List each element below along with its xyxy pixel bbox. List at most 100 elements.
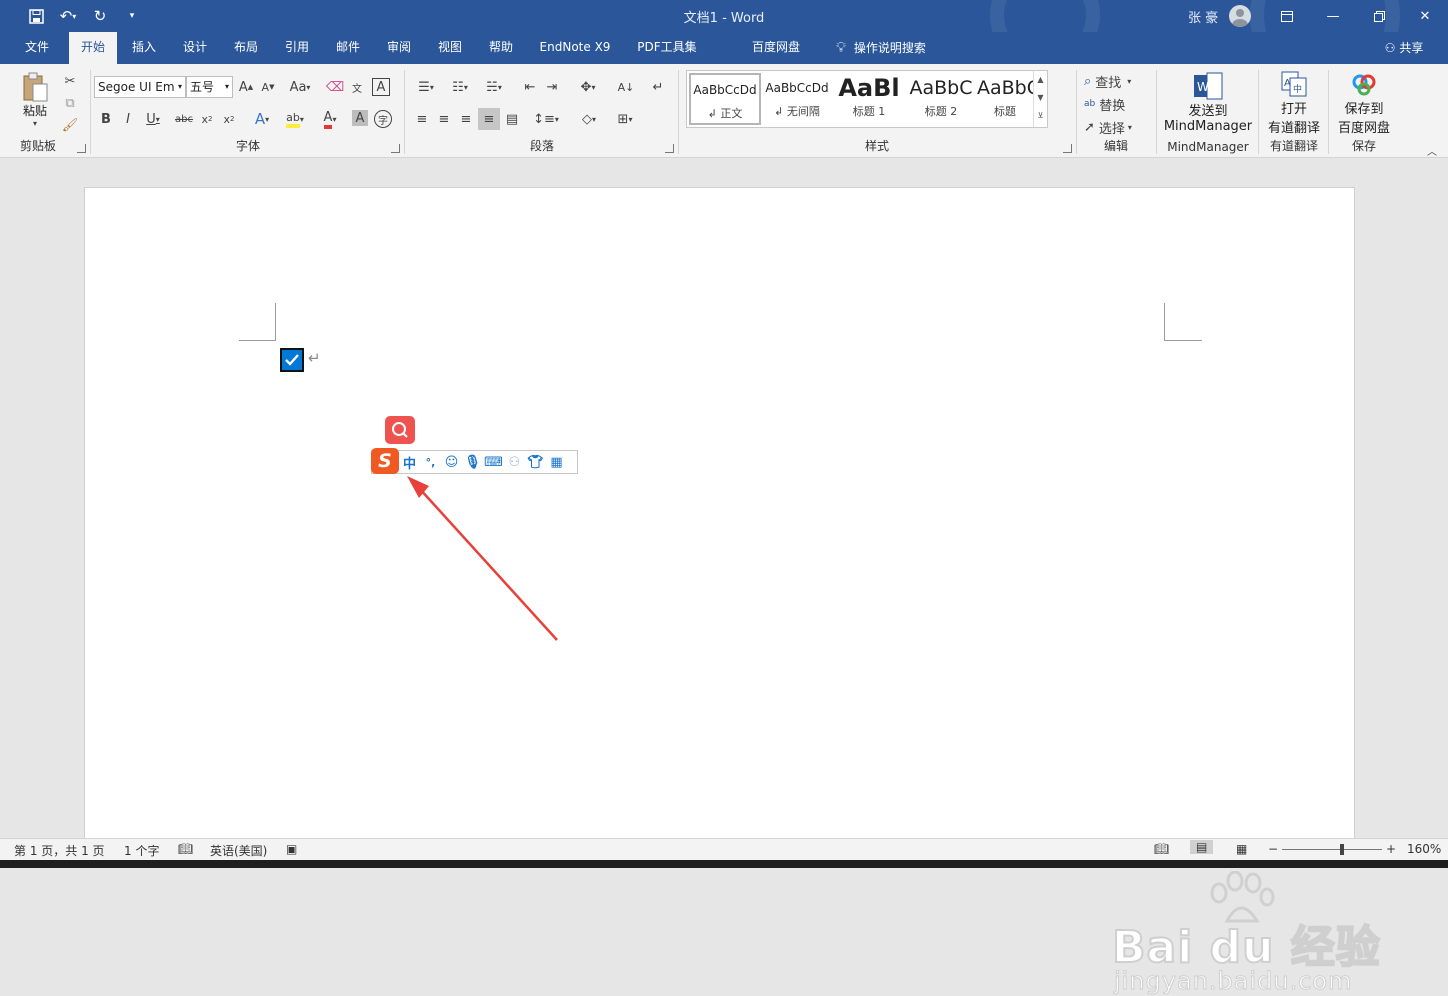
tab-file[interactable]: 文件: [12, 32, 62, 64]
gallery-down-icon[interactable]: ▼: [1034, 89, 1047, 107]
gallery-more-icon[interactable]: ⊻: [1034, 107, 1047, 125]
tab-endnote[interactable]: EndNote X9: [532, 32, 618, 64]
italic-icon[interactable]: I: [120, 110, 136, 128]
tab-view[interactable]: 视图: [428, 32, 472, 64]
language-status[interactable]: 英语(美国): [210, 842, 267, 859]
styles-launcher-icon[interactable]: [1063, 144, 1072, 153]
read-mode-icon[interactable]: 📖︎: [1154, 842, 1169, 856]
align-center-icon[interactable]: ≡: [434, 110, 454, 128]
strikethrough-icon[interactable]: abc: [174, 110, 194, 128]
tab-home[interactable]: 开始: [69, 32, 117, 64]
group-paragraph: ☰ ▾ ☷ ▾ ☵ ▾ ⇤ ⇥ ✥ ▾ A↓ ↵ ≡ ≡ ≡ ≡ ▤ ↕≡ ▾ ◇ ▾ ⊞ ▾…: [408, 68, 676, 156]
paste-button[interactable]: 粘贴 ▾: [14, 70, 56, 130]
group-font: Segoe UI Em ▾ 五号 ▾ A ▲ A ▼ Aa ▾ ⌫ 文 A B I U ▾ …: [94, 68, 402, 156]
tab-insert[interactable]: 插入: [122, 32, 166, 64]
save-to-baidu-button[interactable]: 保存到 百度网盘: [1332, 70, 1396, 136]
subscript-icon[interactable]: x2: [198, 110, 216, 128]
cut-icon[interactable]: ✂: [60, 72, 80, 90]
enclose-characters-icon[interactable]: 字: [374, 110, 392, 128]
checked-checkbox[interactable]: [280, 348, 304, 372]
zoom-slider[interactable]: [1282, 844, 1382, 855]
tell-me-search[interactable]: 💡︎ 操作说明搜索: [826, 32, 936, 64]
shrink-font-icon[interactable]: A ▼: [259, 78, 277, 96]
select-button[interactable]: ➚ 选择 ▾: [1084, 118, 1148, 137]
multilevel-list-icon[interactable]: ☵ ▾: [480, 78, 508, 96]
align-left-icon[interactable]: ≡: [412, 110, 432, 128]
style-heading-1[interactable]: AaBl 标题 1: [833, 73, 905, 125]
style-normal[interactable]: AaBbCcDd ↲ 正文: [689, 73, 761, 125]
print-layout-icon[interactable]: ▤: [1190, 840, 1214, 854]
font-launcher-icon[interactable]: [391, 144, 400, 153]
chinese-layout-icon[interactable]: ✥ ▾: [574, 78, 602, 96]
gallery-up-icon[interactable]: ▲: [1034, 71, 1047, 89]
decrease-indent-icon[interactable]: ⇤: [520, 78, 540, 96]
group-editing: ⌕ 查找 ▾ ab 替换 ➚ 选择 ▾ 编辑: [1080, 68, 1152, 156]
format-painter-icon[interactable]: 🖌︎: [60, 116, 80, 134]
zoom-slider-thumb[interactable]: [1339, 844, 1344, 855]
tab-references[interactable]: 引用: [275, 32, 319, 64]
tab-review[interactable]: 审阅: [377, 32, 421, 64]
tab-mailings[interactable]: 邮件: [326, 32, 370, 64]
show-marks-icon[interactable]: ↵: [648, 78, 668, 96]
zoom-out-icon[interactable]: −: [1268, 842, 1278, 856]
justify-icon[interactable]: ≡: [478, 108, 500, 130]
proofing-icon[interactable]: 📖︎: [178, 842, 193, 856]
tab-help[interactable]: 帮助: [479, 32, 523, 64]
find-button[interactable]: ⌕ 查找 ▾: [1084, 72, 1148, 91]
restore-icon[interactable]: [1356, 0, 1402, 32]
style-title[interactable]: AaBbC 标题: [977, 73, 1033, 125]
ime-search-button[interactable]: [385, 416, 415, 444]
style-name: ↲ 正文: [707, 107, 743, 120]
distributed-icon[interactable]: ▤: [502, 110, 522, 128]
align-right-icon[interactable]: ≡: [456, 110, 476, 128]
numbering-icon[interactable]: ☷ ▾: [446, 78, 474, 96]
borders-icon[interactable]: ⊞ ▾: [610, 110, 640, 128]
line-spacing-icon[interactable]: ↕≡ ▾: [532, 110, 560, 128]
tab-design[interactable]: 设计: [173, 32, 217, 64]
superscript-icon[interactable]: x2: [220, 110, 238, 128]
underline-icon[interactable]: U ▾: [142, 110, 164, 128]
word-count[interactable]: 1 个字: [124, 842, 159, 859]
share-button[interactable]: ⚇ 共享: [1376, 32, 1432, 64]
phonetic-guide-icon[interactable]: 文: [348, 78, 366, 96]
style-heading-2[interactable]: AaBbC 标题 2: [905, 73, 977, 125]
user-name[interactable]: 张 豪: [1188, 7, 1218, 26]
tab-layout[interactable]: 布局: [224, 32, 268, 64]
zoom-in-icon[interactable]: +: [1386, 842, 1396, 856]
sort-icon[interactable]: A↓: [616, 78, 636, 96]
avatar[interactable]: [1229, 5, 1251, 27]
text-effects-icon[interactable]: A ▾: [250, 110, 274, 128]
zoom-level[interactable]: 160%: [1407, 842, 1441, 856]
ribbon-display-icon[interactable]: [1264, 0, 1310, 32]
send-to-mindmanager-button[interactable]: W 发送到 MindManager: [1160, 70, 1256, 136]
close-icon[interactable]: ✕: [1402, 0, 1448, 32]
replace-button[interactable]: ab 替换: [1084, 95, 1148, 114]
clipboard-launcher-icon[interactable]: [77, 144, 86, 153]
tab-baidu-pan[interactable]: 百度网盘: [744, 32, 808, 64]
paragraph-launcher-icon[interactable]: [665, 144, 674, 153]
increase-indent-icon[interactable]: ⇥: [542, 78, 562, 96]
minimize-icon[interactable]: —: [1310, 0, 1356, 32]
font-size-dropdown[interactable]: 五号 ▾: [186, 76, 233, 98]
open-youdao-button[interactable]: A中 打开 有道翻译: [1262, 70, 1326, 136]
accessibility-icon[interactable]: ▣: [286, 842, 297, 856]
character-shading-icon[interactable]: A: [352, 110, 368, 126]
shading-icon[interactable]: ◇ ▾: [574, 110, 604, 128]
bullets-icon[interactable]: ☰ ▾: [412, 78, 440, 96]
character-border-icon[interactable]: A: [372, 78, 390, 96]
document-page[interactable]: ↵ S 中 °, ☺ 🎙︎ ⌨ ⚇ 👕︎ ▦: [84, 187, 1355, 867]
grow-font-icon[interactable]: A ▲: [237, 78, 255, 96]
tab-pdf-tools[interactable]: PDF工具集: [630, 32, 704, 64]
ribbon-tabs: 文件 开始 插入 设计 布局 引用 邮件 审阅 视图 帮助 EndNote X9…: [0, 32, 1448, 64]
style-no-spacing[interactable]: AaBbCcDd ↲ 无间隔: [761, 73, 833, 125]
font-name-dropdown[interactable]: Segoe UI Em ▾: [94, 76, 186, 98]
highlight-icon[interactable]: ab ▾: [280, 110, 310, 128]
bold-icon[interactable]: B: [98, 110, 114, 128]
collapse-ribbon-icon[interactable]: ︿: [1424, 144, 1440, 158]
clear-formatting-icon[interactable]: ⌫: [326, 78, 344, 96]
page-count[interactable]: 第 1 页，共 1 页: [14, 842, 105, 859]
font-color-icon[interactable]: A ▾: [316, 110, 344, 129]
copy-icon[interactable]: ⧉: [60, 94, 80, 112]
web-layout-icon[interactable]: ▦: [1236, 842, 1247, 856]
change-case-icon[interactable]: Aa ▾: [286, 78, 314, 96]
